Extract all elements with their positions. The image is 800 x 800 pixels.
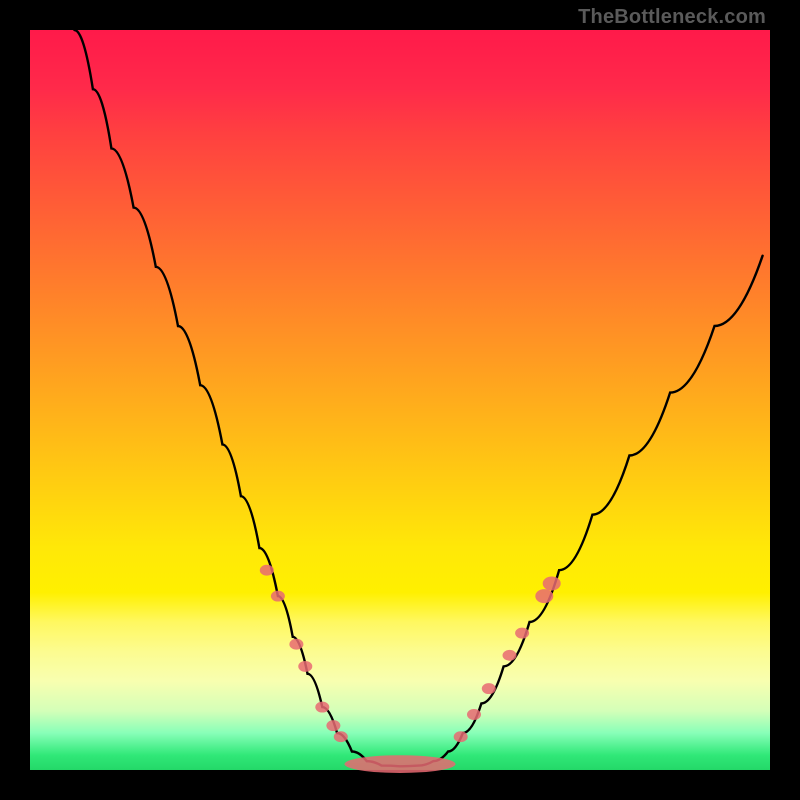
right-dot-6 <box>543 577 561 591</box>
chart-svg <box>30 30 770 770</box>
bottleneck-curve <box>74 30 762 766</box>
right-dot-4 <box>515 628 529 639</box>
left-dot-3 <box>298 661 312 672</box>
right-dot-2 <box>482 683 496 694</box>
watermark-text: TheBottleneck.com <box>578 6 766 29</box>
left-dot-4 <box>315 702 329 713</box>
left-dot-5 <box>326 720 340 731</box>
left-dot-0 <box>260 565 274 576</box>
plot-area <box>30 30 770 770</box>
right-dot-5 <box>535 589 553 603</box>
left-dot-6 <box>334 731 348 742</box>
right-dot-3 <box>503 650 517 661</box>
left-dot-1 <box>271 591 285 602</box>
bottom-marker <box>345 755 456 773</box>
right-dot-1 <box>467 709 481 720</box>
left-dot-2 <box>289 639 303 650</box>
chart-frame: TheBottleneck.com <box>0 0 800 800</box>
right-dot-0 <box>454 731 468 742</box>
